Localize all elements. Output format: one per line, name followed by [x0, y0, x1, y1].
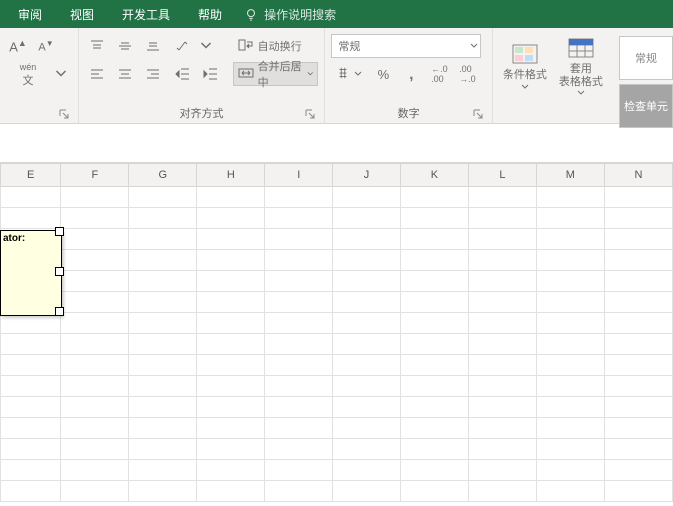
wrap-text-button[interactable]: 自动换行 [233, 34, 319, 58]
col-header[interactable]: I [265, 164, 333, 187]
chevron-down-icon [354, 70, 362, 78]
comment-author: ator: [3, 233, 25, 244]
alignment-launcher-icon[interactable] [304, 108, 316, 120]
col-header[interactable]: K [400, 164, 468, 187]
number-format-combo[interactable]: 常规 [331, 34, 481, 58]
orientation-dropdown[interactable] [199, 34, 213, 58]
format-as-table-button[interactable]: 套用 表格格式 [556, 34, 606, 98]
tell-me-search[interactable]: 操作说明搜索 [244, 6, 336, 23]
comment-resize-handle[interactable] [55, 267, 64, 276]
grid-table: E F G H I J K L M N [0, 163, 673, 502]
percent-button[interactable]: % [371, 62, 395, 86]
wrap-text-icon [238, 37, 254, 56]
col-header[interactable]: E [1, 164, 61, 187]
number-launcher-icon[interactable] [472, 108, 484, 120]
group-cell-styles: 常规 检查单元 [613, 28, 673, 123]
col-header[interactable]: N [604, 164, 672, 187]
comment-resize-handle[interactable] [55, 307, 64, 316]
menu-help[interactable]: 帮助 [184, 0, 236, 28]
font-group-label [6, 118, 72, 123]
col-header[interactable]: J [333, 164, 401, 187]
phonetic-guide-button[interactable]: wén 文 [6, 62, 50, 86]
menu-bar: 审阅 视图 开发工具 帮助 操作说明搜索 [0, 0, 673, 28]
comma-button[interactable]: , [399, 62, 423, 86]
formula-bar-area [0, 124, 673, 163]
menu-view[interactable]: 视图 [56, 0, 108, 28]
tell-me-label: 操作说明搜索 [264, 6, 336, 23]
table-row [1, 271, 673, 292]
merge-center-button[interactable]: 合并后居中 [233, 62, 319, 86]
phonetic-top: wén [20, 63, 37, 72]
lightbulb-icon [244, 7, 258, 21]
worksheet-grid[interactable]: E F G H I J K L M N ator: [0, 163, 673, 502]
cell-comment[interactable]: ator: [0, 230, 62, 316]
conditional-format-icon [509, 41, 541, 69]
conditional-format-button[interactable]: 条件格式 [500, 34, 550, 98]
styles-spacer [499, 106, 607, 123]
decrease-indent-button[interactable] [171, 62, 195, 86]
currency-icon [336, 66, 350, 83]
col-header[interactable]: H [197, 164, 265, 187]
conditional-format-label: 条件格式 [503, 69, 547, 82]
menu-review[interactable]: 审阅 [4, 0, 56, 28]
table-row [1, 208, 673, 229]
merge-icon [238, 65, 254, 84]
table-format-icon [565, 35, 597, 63]
align-top-button[interactable] [85, 34, 109, 58]
format-as-table-label: 套用 表格格式 [559, 63, 603, 89]
increase-font-button[interactable]: A▲ [6, 34, 30, 58]
col-header[interactable]: G [129, 164, 197, 187]
number-format-value: 常规 [338, 38, 360, 54]
col-header[interactable]: L [468, 164, 536, 187]
column-headers-row: E F G H I J K L M N [1, 164, 673, 187]
cell-style-check[interactable]: 检查单元 [619, 84, 673, 128]
table-row [1, 418, 673, 439]
chevron-down-icon [470, 42, 478, 50]
decrease-decimal-button[interactable]: .00→.0 [455, 62, 479, 86]
table-row [1, 334, 673, 355]
align-bottom-button[interactable] [141, 34, 165, 58]
cell-style-normal[interactable]: 常规 [619, 36, 673, 80]
comment-resize-handle[interactable] [55, 227, 64, 236]
group-alignment: 自动换行 合并后居中 对齐方式 [79, 28, 326, 123]
table-row [1, 376, 673, 397]
col-header[interactable]: M [536, 164, 604, 187]
group-font: A▲ A▼ wén 文 [0, 28, 79, 123]
table-row [1, 439, 673, 460]
increase-indent-button[interactable] [199, 62, 223, 86]
merge-label: 合并后居中 [258, 58, 303, 90]
align-middle-button[interactable] [113, 34, 137, 58]
chevron-down-icon [577, 89, 585, 97]
phonetic-dropdown[interactable] [54, 62, 68, 86]
table-row [1, 313, 673, 334]
col-header[interactable]: F [61, 164, 129, 187]
alignment-group-label: 对齐方式 [85, 102, 319, 123]
align-left-button[interactable] [85, 62, 109, 86]
number-group-label: 数字 [331, 102, 486, 123]
table-row [1, 460, 673, 481]
phonetic-bottom: 文 [23, 76, 34, 87]
table-row [1, 355, 673, 376]
decrease-font-button[interactable]: A▼ [34, 34, 58, 58]
align-right-button[interactable] [141, 62, 165, 86]
chevron-down-icon [521, 83, 529, 91]
menu-dev[interactable]: 开发工具 [108, 0, 184, 28]
align-center-button[interactable] [113, 62, 137, 86]
table-row [1, 292, 673, 313]
wrap-text-label: 自动换行 [258, 38, 302, 54]
table-row [1, 481, 673, 502]
ribbon: A▲ A▼ wén 文 [0, 28, 673, 124]
group-styles-buttons: 条件格式 套用 表格格式 [493, 28, 613, 123]
table-row [1, 229, 673, 250]
table-row [1, 187, 673, 208]
increase-decimal-button[interactable]: ←.0.00 [427, 62, 451, 86]
font-launcher-icon[interactable] [58, 108, 70, 120]
table-row [1, 250, 673, 271]
group-number: 常规 % , ←.0.00 .00→.0 数字 [325, 28, 493, 123]
accounting-format-button[interactable] [331, 62, 367, 86]
chevron-down-icon [307, 70, 314, 78]
table-row [1, 397, 673, 418]
orientation-button[interactable] [171, 34, 195, 58]
